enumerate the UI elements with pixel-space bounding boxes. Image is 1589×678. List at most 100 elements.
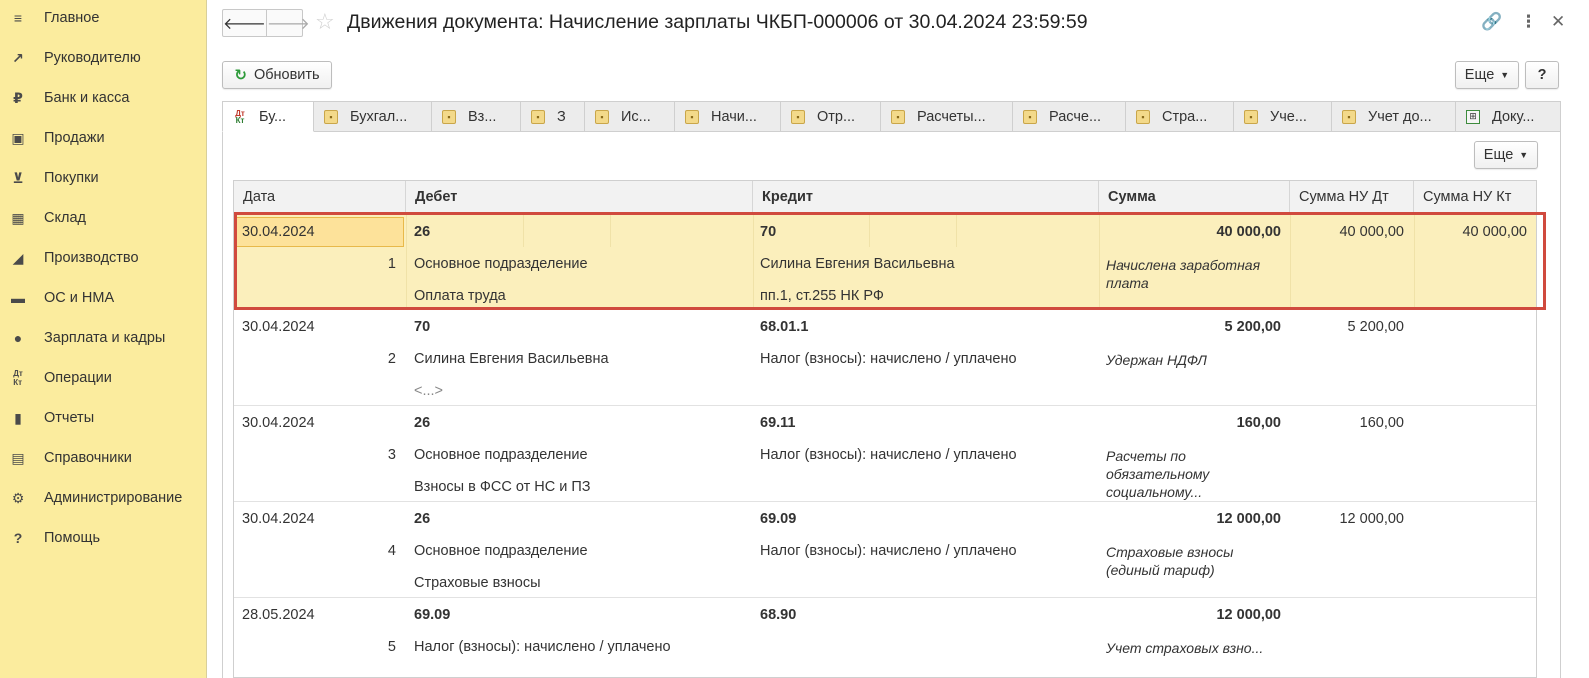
tab-label: Учет до... [1368, 108, 1432, 125]
tab-income-accounting[interactable]: ▪ Учет до... [1332, 101, 1456, 132]
table-row[interactable]: 28.05.2024 5 69.09 Налог (взносы): начис… [234, 598, 1536, 677]
factory-icon: ◢ [12, 249, 24, 266]
sidebar-item-catalogs[interactable]: ▤ Справочники [0, 443, 207, 473]
favorite-star-icon[interactable]: ☆ [315, 9, 335, 35]
sidebar-item-salary[interactable]: ● Зарплата и кадры [0, 323, 207, 353]
column-header-date[interactable]: Дата [234, 181, 406, 214]
cell-sum-nu-dt: 12 000,00 [1339, 511, 1404, 527]
column-header-debit[interactable]: Дебет [406, 181, 753, 214]
column-divider [406, 214, 407, 310]
truck-icon: ▬ [11, 290, 25, 306]
sidebar-item-label: Руководителю [44, 50, 141, 66]
column-divider [869, 214, 870, 247]
cell-debit-subconto-2: Страховые взносы [414, 575, 541, 591]
sidebar-item-label: Банк и касса [44, 90, 130, 106]
more-vertical-icon[interactable]: ⋮ [1520, 12, 1537, 32]
sidebar-item-main[interactable]: ≡ Главное [0, 3, 207, 33]
tab-insurance[interactable]: ▪ Стра... [1126, 101, 1234, 132]
sidebar-item-label: Склад [44, 210, 86, 226]
sidebar-item-production[interactable]: ◢ Производство [0, 243, 207, 273]
tab-documents[interactable]: ⊞ Доку... [1456, 101, 1561, 132]
sidebar-item-bank[interactable]: ₽ Банк и касса [0, 83, 207, 113]
cell-date: 30.04.2024 [242, 319, 315, 335]
column-header-sum[interactable]: Сумма [1099, 181, 1290, 214]
sidebar-item-sales[interactable]: ▣ Продажи [0, 123, 207, 153]
cell-sum: 160,00 [1236, 415, 1281, 431]
sidebar-item-warehouse[interactable]: ▦ Склад [0, 203, 207, 233]
postings-table: Дата Дебет Кредит Сумма Сумма НУ Дт Сумм… [233, 180, 1537, 678]
caret-down-icon: ▼ [1500, 70, 1510, 80]
register-icon: ▪ [531, 109, 545, 124]
cell-date: 30.04.2024 [242, 415, 315, 431]
sidebar-item-manager[interactable]: ↗ Руководителю [0, 43, 207, 73]
table-row[interactable]: 30.04.2024 1 26 Основное подразделение О… [234, 214, 1536, 310]
register-icon: ▪ [685, 109, 699, 124]
close-icon[interactable]: ✕ [1551, 12, 1565, 32]
tab-label: Стра... [1162, 108, 1208, 125]
link-icon[interactable]: 🔗 [1481, 12, 1502, 32]
sidebar-item-label: Главное [44, 10, 100, 26]
back-button[interactable]: 🡐 [223, 10, 267, 36]
column-divider [523, 214, 524, 247]
tab-settlements[interactable]: ▪ Расчеты... [881, 101, 1013, 132]
tab-calculations[interactable]: ▪ Расче... [1013, 101, 1126, 132]
cell-sum-nu-dt: 160,00 [1359, 415, 1404, 431]
sidebar-item-label: Покупки [44, 170, 99, 186]
tab-label: Бухгал... [350, 108, 408, 125]
cell-content: Страховые взносы (единый тариф) [1106, 544, 1234, 578]
cell-debit-account: 69.09 [414, 607, 451, 623]
tab-label: Расче... [1049, 108, 1102, 125]
sidebar-item-purchases[interactable]: ⊻ Покупки [0, 163, 207, 193]
sidebar-item-assets[interactable]: ▬ ОС и НМА [0, 283, 207, 313]
more-label: Еще [1483, 147, 1514, 163]
tab-label: Расчеты... [917, 108, 986, 125]
refresh-button[interactable]: ↻ Обновить [222, 61, 332, 89]
sidebar-item-operations[interactable]: Дт Кт Операции [0, 363, 207, 393]
tab-label: Отр... [817, 108, 856, 125]
tab-accounting[interactable]: ▪ Бухгал... [314, 101, 432, 132]
table-more-button[interactable]: Еще ▼ [1474, 141, 1538, 169]
forward-button[interactable]: 🡒 [267, 10, 310, 36]
tab-z[interactable]: ▪ З [521, 101, 585, 132]
cell-credit-account: 68.90 [760, 607, 797, 623]
refresh-icon: ↻ [234, 67, 247, 84]
table-row[interactable]: 30.04.2024 3 26 Основное подразделение В… [234, 406, 1536, 502]
tab-label: Уче... [1270, 108, 1307, 125]
tab-sources[interactable]: ▪ Ис... [585, 101, 675, 132]
help-button[interactable]: ? [1525, 61, 1559, 89]
tab-accounting-2[interactable]: ▪ Уче... [1234, 101, 1332, 132]
tab-accruals[interactable]: ▪ Начи... [675, 101, 781, 132]
column-header-sum-nu-kt[interactable]: Сумма НУ Кт [1414, 181, 1536, 214]
gear-icon: ⚙ [11, 489, 25, 506]
column-header-credit[interactable]: Кредит [753, 181, 1099, 214]
cell-credit-account: 69.09 [760, 511, 797, 527]
sidebar-item-admin[interactable]: ⚙ Администрирование [0, 483, 207, 513]
tab-contributions[interactable]: ▪ Вз... [432, 101, 521, 132]
cell-row-number: 5 [387, 639, 396, 655]
bag-icon: ▣ [11, 129, 25, 146]
column-header-sum-nu-dt[interactable]: Сумма НУ Дт [1290, 181, 1414, 214]
cell-sum: 40 000,00 [1216, 224, 1281, 240]
cell-debit-subconto-2: Оплата труда [414, 288, 506, 304]
column-divider [956, 214, 957, 247]
table-row[interactable]: 30.04.2024 2 70 Силина Евгения Васильевн… [234, 310, 1536, 406]
sidebar-item-help[interactable]: ? Помощь [0, 523, 207, 553]
cell-content: Расчеты по обязательному социальному... [1106, 448, 1210, 500]
cell-row-number: 4 [387, 543, 396, 559]
register-icon: ▪ [324, 109, 338, 124]
more-button[interactable]: Еще ▼ [1455, 61, 1519, 89]
sidebar-item-label: Справочники [44, 450, 132, 466]
tab-label: З [557, 108, 566, 125]
table-row[interactable]: 30.04.2024 4 26 Основное подразделение С… [234, 502, 1536, 598]
page-title: Движения документа: Начисление зарплаты … [347, 11, 1088, 33]
cell-debit-subconto-1: Налог (взносы): начислено / уплачено [414, 639, 671, 655]
tab-accounting-main[interactable]: Дт Кт Бу... [222, 101, 314, 132]
sidebar-item-label: Зарплата и кадры [44, 330, 166, 346]
cell-debit-subconto-1: Силина Евгения Васильевна [414, 351, 609, 367]
sidebar-item-reports[interactable]: ▮ Отчеты [0, 403, 207, 433]
cell-debit-subconto-2: <...> [414, 383, 444, 399]
tab-reflection[interactable]: ▪ Отр... [781, 101, 881, 132]
arrow-right-icon: 🡒 [266, 15, 310, 33]
register-icon: ▪ [442, 109, 456, 124]
books-icon: ▤ [11, 449, 25, 466]
